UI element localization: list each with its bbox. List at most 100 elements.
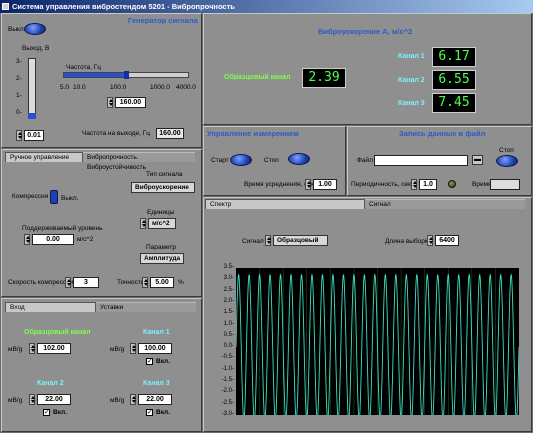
tab-input[interactable]: Вход (5, 302, 96, 312)
signal-plot[interactable] (236, 268, 519, 415)
input-ch2-checkbox[interactable]: ✓ (43, 409, 50, 416)
stop-label: Стоп (264, 157, 279, 164)
input-ch1-checkbox[interactable]: ✓ (146, 358, 153, 365)
plot-y-tick: 2.5- (223, 286, 234, 293)
units-select[interactable]: м/с^2 (148, 218, 176, 229)
input-ref-unit: мВ/g (8, 346, 23, 353)
input-ch3-checkbox[interactable]: ✓ (146, 409, 153, 416)
channel-1-label: Канал 1 (398, 53, 425, 60)
output-slider[interactable] (28, 58, 36, 119)
signal-type-select[interactable]: Виброускорение (131, 182, 195, 193)
sample-length-value[interactable]: 6400 (435, 235, 459, 246)
compression-off-label: Выкл. (61, 195, 79, 202)
plot-y-tick: -0.5- (221, 354, 234, 361)
freq-out-value: 160.00 (156, 128, 184, 139)
avg-time-value[interactable]: 1.00 (313, 179, 337, 190)
input-ch3-enabled-label: Вкл. (156, 409, 170, 416)
freq-slider-thumb[interactable] (124, 71, 129, 79)
tab-signal[interactable]: Сигнал (365, 199, 525, 209)
stop-button[interactable] (288, 153, 310, 165)
input-ch1-enabled-label: Вкл. (156, 358, 170, 365)
output-tick-3: 3- (16, 58, 22, 65)
freq-spinner[interactable] (107, 97, 113, 108)
sample-length-spinner[interactable] (427, 235, 433, 246)
input-ch1-label: Канал 1 (143, 329, 170, 336)
input-ch1-spinner[interactable] (130, 343, 136, 354)
output-tick-1: 1- (16, 92, 22, 99)
period-value[interactable]: 1.0 (419, 179, 437, 190)
input-ch2-label: Канал 2 (37, 380, 64, 387)
input-ch1-value[interactable]: 100.00 (138, 343, 172, 354)
plot-y-tick: -1.0- (221, 365, 234, 372)
record-indicator-led (448, 180, 456, 188)
input-ch3-label: Канал 3 (143, 380, 170, 387)
input-ch2-spinner[interactable] (29, 394, 35, 405)
plot-y-tick: -2.0- (221, 388, 234, 395)
param-select[interactable]: Амплитуда (140, 253, 184, 264)
start-button[interactable] (230, 154, 252, 166)
time-value (490, 179, 520, 190)
start-label: Старт (211, 157, 229, 164)
file-path-input[interactable] (374, 155, 468, 166)
plot-y-tick: -1.5- (221, 377, 234, 384)
record-stop-button[interactable] (496, 155, 518, 167)
inputs-panel (1, 298, 202, 432)
period-spinner[interactable] (411, 179, 417, 190)
signal-select-spinner[interactable] (265, 235, 271, 246)
power-switch[interactable] (24, 23, 46, 35)
plot-y-tick: 1.5- (223, 309, 234, 316)
freq-tick-1000: 1000.0 (150, 84, 170, 91)
output-label: Выход, В (22, 45, 50, 52)
window-title: Система управления вибростендом 5201 - В… (12, 2, 235, 11)
freq-out-label: Частота на выходе, Гц (82, 130, 150, 137)
accuracy-value[interactable]: 5.00 (150, 277, 174, 288)
level-spinner[interactable] (24, 234, 30, 245)
plot-y-tick: -3.0- (221, 411, 234, 417)
speed-spinner[interactable] (65, 277, 71, 288)
input-ch3-value[interactable]: 22.00 (138, 394, 172, 405)
compression-toggle[interactable] (50, 190, 58, 204)
output-slider-thumb[interactable] (28, 113, 36, 119)
channel-3-value: 7.45 (432, 93, 476, 113)
channel-3-label: Канал 3 (398, 100, 425, 107)
folder-browse-icon[interactable]: ▬ (472, 155, 483, 165)
signal-select[interactable]: Образцовый (273, 235, 328, 246)
input-ch2-unit: мВ/g (8, 397, 23, 404)
input-ch1-unit: мВ/g (110, 346, 125, 353)
freq-slider[interactable] (63, 71, 189, 79)
tab-manual[interactable]: Ручное управление (5, 152, 83, 162)
input-ch2-value[interactable]: 22.00 (37, 394, 71, 405)
output-value[interactable]: 0.01 (24, 130, 44, 141)
accuracy-unit: % (178, 279, 184, 286)
units-spinner[interactable] (140, 218, 146, 229)
ref-channel-label: Образцовый канал (224, 74, 291, 81)
input-ref-value[interactable]: 102.00 (37, 343, 71, 354)
plot-y-tick: 0.0- (223, 343, 234, 350)
input-ref-label: Образцовый канал (24, 329, 91, 336)
level-unit: м/с^2 (77, 236, 94, 243)
compression-label: Компрессия (12, 193, 49, 200)
output-spinner[interactable] (16, 130, 22, 141)
avg-time-label: Время усреднения, сек (244, 181, 314, 188)
speed-value[interactable]: 3 (73, 277, 99, 288)
units-label: Единицы (147, 209, 175, 216)
avg-time-spinner[interactable] (305, 179, 311, 190)
accuracy-spinner[interactable] (142, 277, 148, 288)
input-ch2-enabled-label: Вкл. (53, 409, 67, 416)
ref-channel-value: 2.39 (302, 68, 346, 88)
channel-2-label: Канал 2 (398, 77, 425, 84)
sample-length-label: Длина выборки (385, 238, 432, 245)
tab-spectrum[interactable]: Спектр (205, 199, 365, 209)
accuracy-label: Точность (117, 279, 145, 286)
freq-value[interactable]: 160.00 (115, 97, 146, 108)
freq-tick-4000: 4000.0 (176, 84, 196, 91)
input-ref-spinner[interactable] (29, 343, 35, 354)
level-value[interactable]: 0.00 (32, 234, 74, 245)
tab-setpoints[interactable]: Уставки (96, 302, 196, 312)
input-ch3-spinner[interactable] (130, 394, 136, 405)
signal-type-label: Тип сигнала (146, 171, 183, 178)
tab-vibration-strength[interactable]: Вибропрочность. Виброустойчивость (83, 152, 195, 171)
measurement-title: Управление измерением (207, 129, 299, 138)
window-title-bar: Система управления вибростендом 5201 - В… (0, 0, 533, 13)
file-label: Файл (357, 157, 373, 164)
